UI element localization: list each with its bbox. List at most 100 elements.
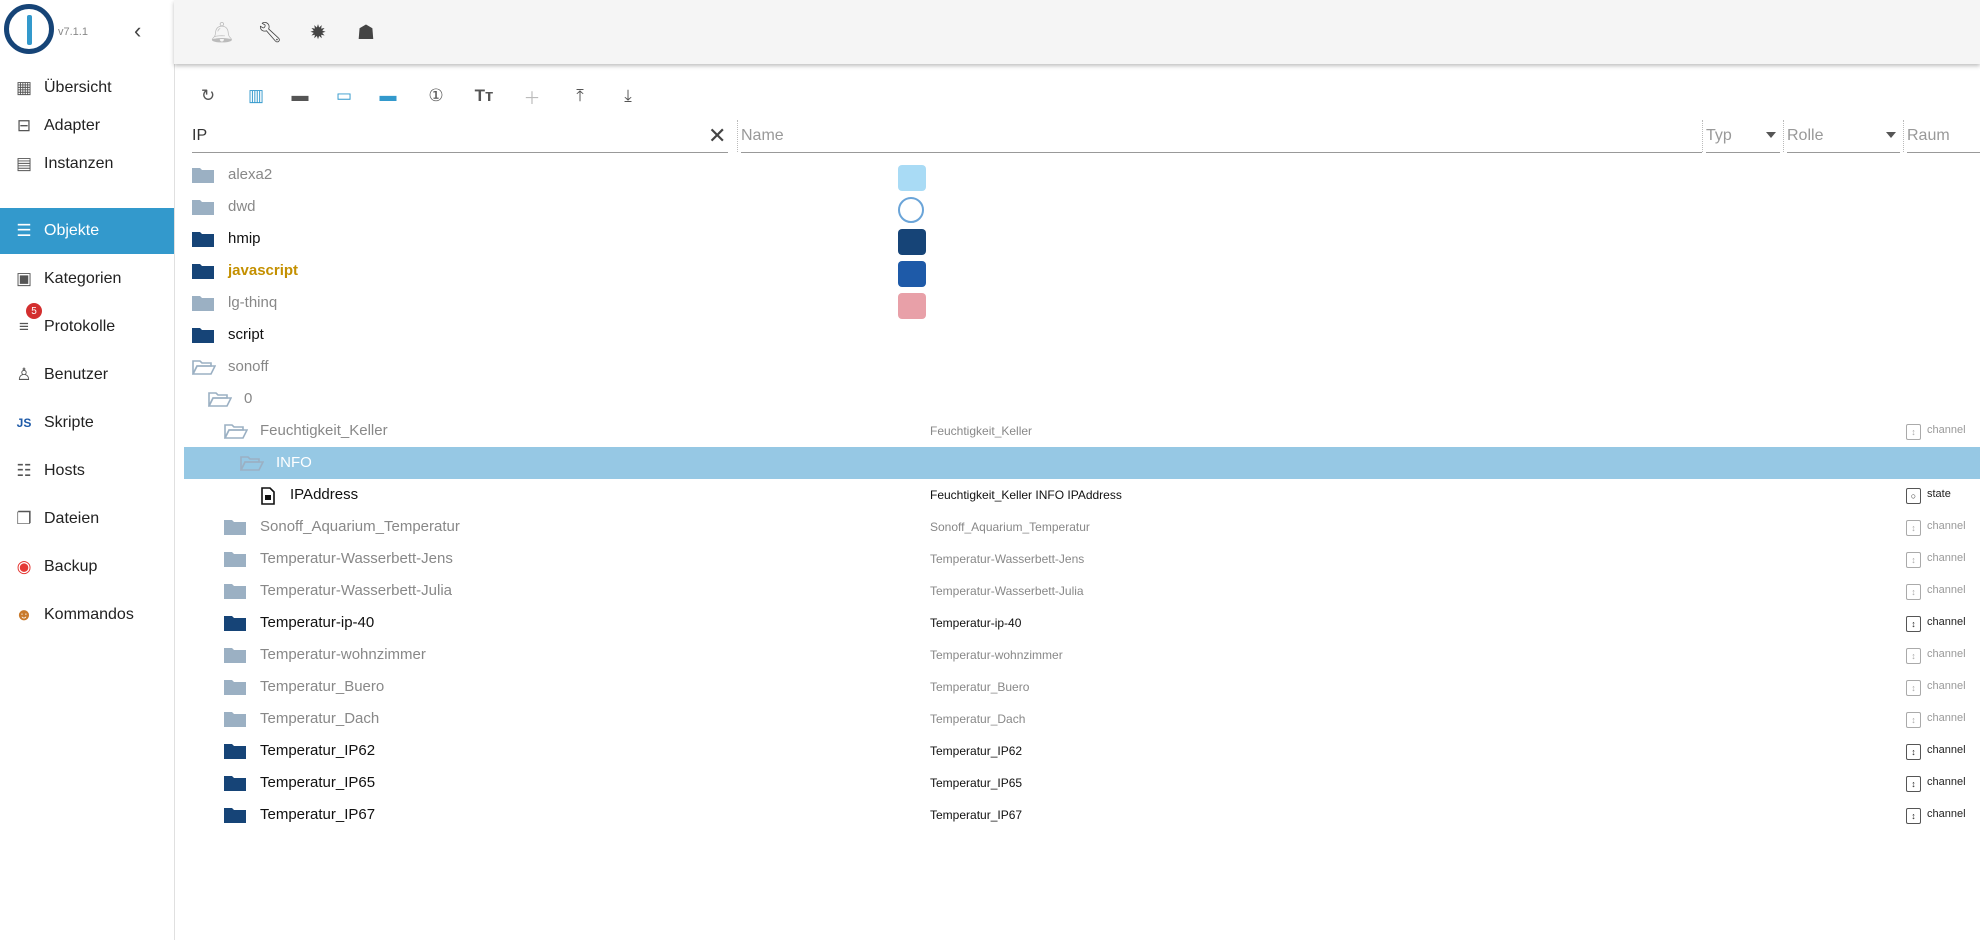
tree-row[interactable]: Temperatur-ip-40 Temperatur-ip-40 ↕ channel: [184, 607, 1980, 639]
wrench-icon[interactable]: 🔧︎: [256, 18, 284, 46]
tree-row[interactable]: INFO: [184, 447, 1980, 479]
role-filter-select[interactable]: Rolle: [1787, 120, 1900, 153]
tree-row[interactable]: Temperatur-wohnzimmer Temperatur-wohnzimm…: [184, 639, 1980, 671]
channel-type-icon: ↕: [1906, 744, 1921, 760]
text-size-icon[interactable]: Tт: [470, 82, 498, 110]
folder-open-icon[interactable]: [192, 359, 216, 375]
folder-icon[interactable]: [192, 167, 214, 183]
sidebar-item-instanzen[interactable]: ▤ Instanzen: [0, 141, 174, 187]
tree-row-type: channel: [1927, 424, 1966, 436]
iobroker-logo[interactable]: [4, 4, 54, 54]
folder-icon[interactable]: [224, 583, 246, 599]
clear-filter-icon[interactable]: ✕: [708, 120, 730, 152]
tree-row[interactable]: lg-thinq: [184, 287, 1980, 319]
tree-row[interactable]: sonoff: [184, 351, 1980, 383]
folder-icon[interactable]: [224, 679, 246, 695]
sidebar-item-label: Adapter: [44, 117, 101, 134]
js-adapter-icon: [898, 261, 926, 287]
sidebar-item-kategorien[interactable]: ▣ Kategorien: [0, 256, 174, 302]
folder-icon[interactable]: [192, 231, 214, 247]
folder-icon[interactable]: [224, 647, 246, 663]
brightness-icon[interactable]: ✹: [304, 18, 332, 46]
sidebar-item-hosts[interactable]: ☷ Hosts: [0, 448, 174, 494]
folder-open-icon[interactable]: [208, 391, 232, 407]
room-filter-placeholder: Raum: [1907, 127, 1950, 144]
folder-icon[interactable]: [224, 711, 246, 727]
bell-icon[interactable]: 🔔︎: [208, 18, 236, 46]
add-icon[interactable]: ＋: [518, 82, 546, 110]
id-filter-input[interactable]: IP: [192, 120, 728, 153]
channel-type-icon: ↕: [1906, 808, 1921, 824]
column-divider[interactable]: [1903, 120, 1905, 152]
tree-row[interactable]: Temperatur-Wasserbett-Jens Temperatur-Was…: [184, 543, 1980, 575]
channel-type-icon: ↕: [1906, 712, 1921, 728]
tree-row[interactable]: javascript: [184, 255, 1980, 287]
sidebar-item-benutzer[interactable]: ♙ Benutzer: [0, 352, 174, 398]
tree-row[interactable]: Sonoff_Aquarium_Temperatur Sonoff_Aquariu…: [184, 511, 1980, 543]
tree-row[interactable]: alexa2: [184, 159, 1980, 191]
column-divider[interactable]: [1783, 120, 1785, 152]
tree-row-id: javascript: [228, 262, 299, 279]
sidebar-item-backup[interactable]: ◉ Backup: [0, 544, 174, 590]
one-icon[interactable]: ①: [422, 82, 450, 110]
room-filter-input[interactable]: Raum: [1907, 120, 1980, 153]
column-divider[interactable]: [737, 120, 739, 152]
folder-icon[interactable]: ▬: [286, 82, 314, 110]
name-filter-input[interactable]: Name: [741, 120, 1702, 153]
sidebar-item-dateien[interactable]: ❐ Dateien: [0, 496, 174, 542]
upload-icon[interactable]: ⤒: [566, 82, 594, 110]
folder-icon[interactable]: [192, 199, 214, 215]
sidebar-item-label: Instanzen: [44, 155, 114, 172]
collapse-sidebar-icon[interactable]: ‹: [134, 18, 141, 44]
tree-row[interactable]: script: [184, 319, 1980, 351]
folder-open-icon[interactable]: ▭: [330, 82, 358, 110]
folder-icon[interactable]: [224, 615, 246, 631]
tree-row[interactable]: dwd: [184, 191, 1980, 223]
tree-row[interactable]: IPAddress Feuchtigkeit_Keller INFO IPAddr…: [184, 479, 1980, 511]
sidebar-item-label: Benutzer: [44, 366, 109, 383]
folder-icon[interactable]: [224, 807, 246, 823]
sidebar-item-label: Skripte: [44, 414, 94, 431]
folder-icon[interactable]: [224, 743, 246, 759]
column-divider[interactable]: [1702, 120, 1704, 152]
columns-icon[interactable]: ▥: [242, 82, 270, 110]
tree-row[interactable]: hmip: [184, 223, 1980, 255]
tree-row-name: Temperatur_IP62: [930, 744, 1023, 758]
alexa-adapter-icon: [898, 165, 926, 191]
sidebar-item-kommandos[interactable]: ☻ Kommandos: [0, 592, 174, 638]
type-filter-select[interactable]: Typ: [1706, 120, 1780, 153]
folder-open-icon[interactable]: [224, 423, 248, 439]
folder-icon[interactable]: [192, 263, 214, 279]
tree-row[interactable]: Temperatur_IP67 Temperatur_IP67 ↕ channel: [184, 799, 1980, 831]
tree-row[interactable]: Feuchtigkeit_Keller Feuchtigkeit_Keller ↕ c…: [184, 415, 1980, 447]
folder-icon[interactable]: [192, 295, 214, 311]
tree-row-type: channel: [1927, 712, 1966, 724]
file-icon[interactable]: [260, 487, 282, 505]
tree-row-name: Temperatur_IP65: [930, 776, 1023, 790]
tree-row-type: channel: [1927, 808, 1966, 820]
tree-row[interactable]: Temperatur_IP65 Temperatur_IP65 ↕ channel: [184, 767, 1980, 799]
folder-open-icon[interactable]: [240, 455, 264, 471]
tree-row[interactable]: Temperatur_Dach Temperatur_Dach ↕ channel: [184, 703, 1980, 735]
expert-mode-icon[interactable]: ☗: [352, 18, 380, 46]
tree-row[interactable]: Temperatur-Wasserbett-Julia Temperatur-Wa…: [184, 575, 1980, 607]
tree-row[interactable]: Temperatur_IP62 Temperatur_IP62 ↕ channel: [184, 735, 1980, 767]
tree-row[interactable]: Temperatur_Buero Temperatur_Buero ↕ channel: [184, 671, 1980, 703]
channel-type-icon: ↕: [1906, 520, 1921, 536]
refresh-icon[interactable]: ↻: [194, 82, 222, 110]
folder-icon[interactable]: [224, 551, 246, 567]
folder-expand-icon[interactable]: ▬: [374, 82, 402, 110]
folder-icon[interactable]: [224, 775, 246, 791]
sidebar-item-protokolle[interactable]: ≡ 5 Protokolle: [0, 303, 174, 350]
tree-row-id: Temperatur_Buero: [260, 678, 385, 695]
state-type-icon: ○: [1906, 488, 1921, 504]
folder-icon[interactable]: [224, 519, 246, 535]
folder-icon[interactable]: [192, 327, 214, 343]
sidebar-item-objekte[interactable]: ☰ Objekte: [0, 208, 174, 254]
sidebar-item-skripte[interactable]: JS Skripte: [0, 400, 174, 446]
download-icon[interactable]: ⤓: [614, 82, 642, 110]
version-label: v7.1.1: [58, 26, 88, 38]
files-icon: ❐: [16, 509, 32, 528]
tree-row[interactable]: 0: [184, 383, 1980, 415]
id-filter-value: IP: [192, 127, 208, 144]
